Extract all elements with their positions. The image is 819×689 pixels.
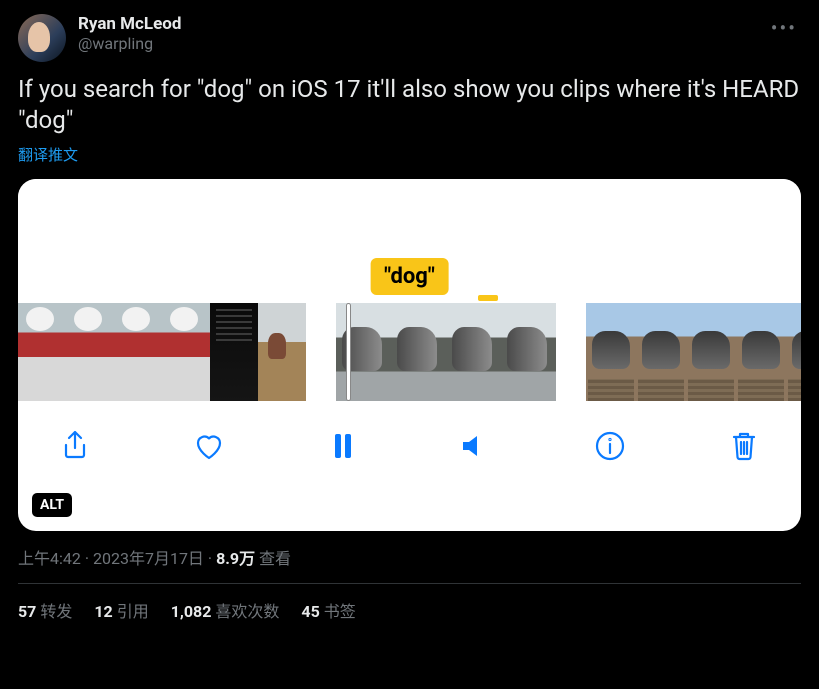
heart-icon[interactable]	[192, 429, 226, 463]
stat-quotes[interactable]: 12 引用	[94, 598, 148, 622]
tweet-container: Ryan McLeod @warpling ••• If you search …	[0, 0, 819, 636]
clip-group[interactable]	[586, 303, 801, 401]
views-label: 查看	[259, 549, 291, 568]
clip-thumbnail	[446, 303, 501, 401]
stat-likes[interactable]: 1,082喜欢次数	[171, 598, 280, 622]
quote-label: 引用	[117, 602, 149, 621]
mute-icon[interactable]	[459, 429, 493, 463]
clip-thumbnail	[686, 303, 736, 401]
clip-group[interactable]	[18, 303, 306, 401]
quote-count: 12	[94, 602, 112, 621]
stat-retweets[interactable]: 57转发	[18, 598, 72, 622]
match-marker	[478, 295, 498, 301]
clip-thumbnail	[162, 303, 210, 401]
clip-thumbnail	[501, 303, 556, 401]
stat-bookmarks[interactable]: 45 书签	[301, 598, 355, 622]
clip-group[interactable]	[336, 303, 556, 401]
clip-thumbnail	[336, 303, 391, 401]
views-count: 8.9万	[216, 549, 255, 568]
clip-thumbnail	[114, 303, 162, 401]
bookmark-label: 书签	[324, 602, 356, 621]
like-label: 喜欢次数	[215, 602, 279, 621]
pause-icon[interactable]	[326, 429, 360, 463]
clip-thumbnail	[18, 303, 66, 401]
search-token-label: "dog"	[370, 258, 449, 295]
clip-thumbnail	[636, 303, 686, 401]
tweet-time[interactable]: 上午4:42	[18, 549, 81, 568]
clip-thumbnail	[786, 303, 801, 401]
clip-thumbnail	[391, 303, 446, 401]
retweet-count: 57	[18, 602, 36, 621]
media-attachment[interactable]: "dog"	[18, 179, 801, 531]
tweet-text: If you search for "dog" on iOS 17 it'll …	[18, 74, 801, 136]
alt-badge[interactable]: ALT	[32, 493, 72, 517]
video-timeline[interactable]	[18, 303, 801, 401]
translate-link[interactable]: 翻译推文	[18, 144, 78, 165]
clip-thumbnail	[210, 303, 258, 401]
clip-thumbnail	[586, 303, 636, 401]
tweet-header: Ryan McLeod @warpling •••	[18, 14, 801, 62]
tweet-date[interactable]: 2023年7月17日	[93, 549, 204, 568]
bookmark-count: 45	[301, 602, 319, 621]
retweet-label: 转发	[40, 602, 72, 621]
clip-thumbnail	[258, 303, 306, 401]
trash-icon[interactable]	[727, 429, 761, 463]
info-icon[interactable]	[593, 429, 627, 463]
clip-thumbnail	[66, 303, 114, 401]
like-count: 1,082	[171, 602, 212, 621]
tweet-meta: 上午4:42 · 2023年7月17日 · 8.9万 查看	[18, 545, 801, 584]
playhead[interactable]	[346, 303, 351, 401]
tweet-stats: 57转发 12 引用 1,082喜欢次数 45 书签	[18, 584, 801, 622]
display-name: Ryan McLeod	[78, 14, 755, 34]
author-block[interactable]: Ryan McLeod @warpling	[78, 14, 755, 53]
more-icon[interactable]: •••	[767, 14, 801, 42]
clip-thumbnail	[736, 303, 786, 401]
media-top-area: "dog"	[18, 179, 801, 303]
avatar[interactable]	[18, 14, 66, 62]
video-toolbar	[18, 401, 801, 489]
share-icon[interactable]	[58, 429, 92, 463]
user-handle: @warpling	[78, 34, 755, 53]
